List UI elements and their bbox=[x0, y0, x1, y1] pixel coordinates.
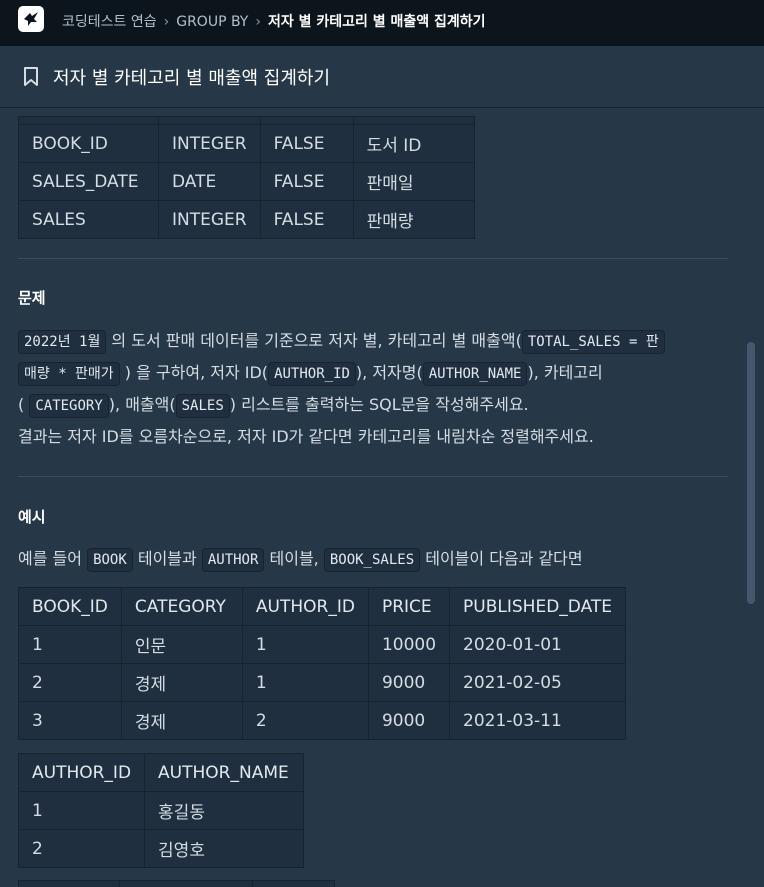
problem-line-1: 2022년 1월 의 도서 판매 데이터를 기준으로 저자 별, 카테고리 별 … bbox=[18, 327, 665, 354]
table-row: 1 인문 1 10000 2020-01-01 bbox=[18, 625, 627, 664]
breadcrumb-group-by[interactable]: GROUP BY bbox=[176, 14, 248, 30]
programmers-logo-icon[interactable] bbox=[18, 6, 44, 32]
breadcrumb-current: 저자 별 카테고리 별 매출액 집계하기 bbox=[267, 14, 486, 30]
table-row: 2 경제 1 9000 2021-02-05 bbox=[18, 663, 627, 702]
breadcrumb: 코딩테스트 연습 › GROUP BY › 저자 별 카테고리 별 매출액 집계하기 bbox=[62, 11, 486, 31]
table-row: SALES INTEGER FALSE 판매량 bbox=[18, 200, 475, 239]
code-book: BOOK bbox=[87, 548, 133, 572]
problem-description: BOOK_ID INTEGER FALSE 도서 ID SALES_DATE DATE F… bbox=[0, 109, 764, 887]
code-book-sales: BOOK_SALES bbox=[323, 548, 421, 572]
table-row bbox=[18, 880, 335, 887]
code-author-name: AUTHOR_NAME bbox=[422, 362, 528, 386]
author-table: AUTHOR_ID AUTHOR_NAME 1 홍길동 2 김영호 bbox=[17, 753, 305, 868]
problem-heading: 문제 bbox=[18, 289, 46, 307]
code-author-id: AUTHOR_ID bbox=[268, 362, 356, 386]
chevron-right-icon: › bbox=[163, 14, 170, 30]
table-header-row: AUTHOR_ID AUTHOR_NAME bbox=[17, 753, 305, 792]
problem-line-3: ( CATEGORY), 매출액(SALES) 리스트를 출력하는 SQL문을 … bbox=[18, 391, 529, 418]
divider bbox=[18, 476, 728, 477]
page-title: 저자 별 카테고리 별 매출액 집계하기 bbox=[53, 68, 331, 89]
table-row bbox=[18, 116, 475, 125]
problem-line-4: 결과는 저자 ID를 오름차순으로, 저자 ID가 같다면 카테고리를 내림차순… bbox=[18, 427, 594, 446]
top-navigation-bar: 코딩테스트 연습 › GROUP BY › 저자 별 카테고리 별 매출액 집계하기 bbox=[0, 0, 764, 46]
book-sales-table-partial bbox=[18, 880, 335, 887]
scrollbar[interactable] bbox=[747, 342, 755, 604]
code-total-sales: TOTAL_SALES = 판 bbox=[521, 330, 665, 354]
example-intro: 예를 들어 BOOK 테이블과 AUTHOR 테이블, BOOK_SALES 테… bbox=[18, 545, 583, 572]
code-date: 2022년 1월 bbox=[18, 330, 107, 354]
code-sales: SALES bbox=[175, 394, 230, 418]
table-row: 3 경제 2 9000 2021-03-11 bbox=[18, 701, 627, 740]
problem-title-bar: 저자 별 카테고리 별 매출액 집계하기 bbox=[0, 46, 764, 108]
table-row: SALES_DATE DATE FALSE 판매일 bbox=[18, 162, 475, 201]
divider bbox=[18, 258, 728, 259]
example-heading: 예시 bbox=[18, 508, 46, 526]
code-total-sales-cont: 매량 * 판매가 bbox=[18, 362, 120, 386]
breadcrumb-coding-test[interactable]: 코딩테스트 연습 bbox=[62, 14, 157, 30]
code-author: AUTHOR bbox=[201, 548, 265, 572]
problem-line-2: 매량 * 판매가 ) 을 구하여, 저자 ID(AUTHOR_ID), 저자명(… bbox=[18, 359, 603, 386]
table-row: 2 김영호 bbox=[17, 829, 305, 868]
schema-table: BOOK_ID INTEGER FALSE 도서 ID SALES_DATE DATE F… bbox=[18, 116, 475, 239]
bookmark-icon[interactable] bbox=[23, 67, 39, 87]
table-header-row: BOOK_ID CATEGORY AUTHOR_ID PRICE PUBLISH… bbox=[18, 587, 627, 626]
table-row: BOOK_ID INTEGER FALSE 도서 ID bbox=[18, 124, 475, 163]
chevron-right-icon: › bbox=[255, 14, 261, 30]
book-table: BOOK_ID CATEGORY AUTHOR_ID PRICE PUBLISH… bbox=[18, 587, 627, 740]
table-row: 1 홍길동 bbox=[17, 791, 305, 830]
code-category: CATEGORY bbox=[29, 394, 109, 418]
